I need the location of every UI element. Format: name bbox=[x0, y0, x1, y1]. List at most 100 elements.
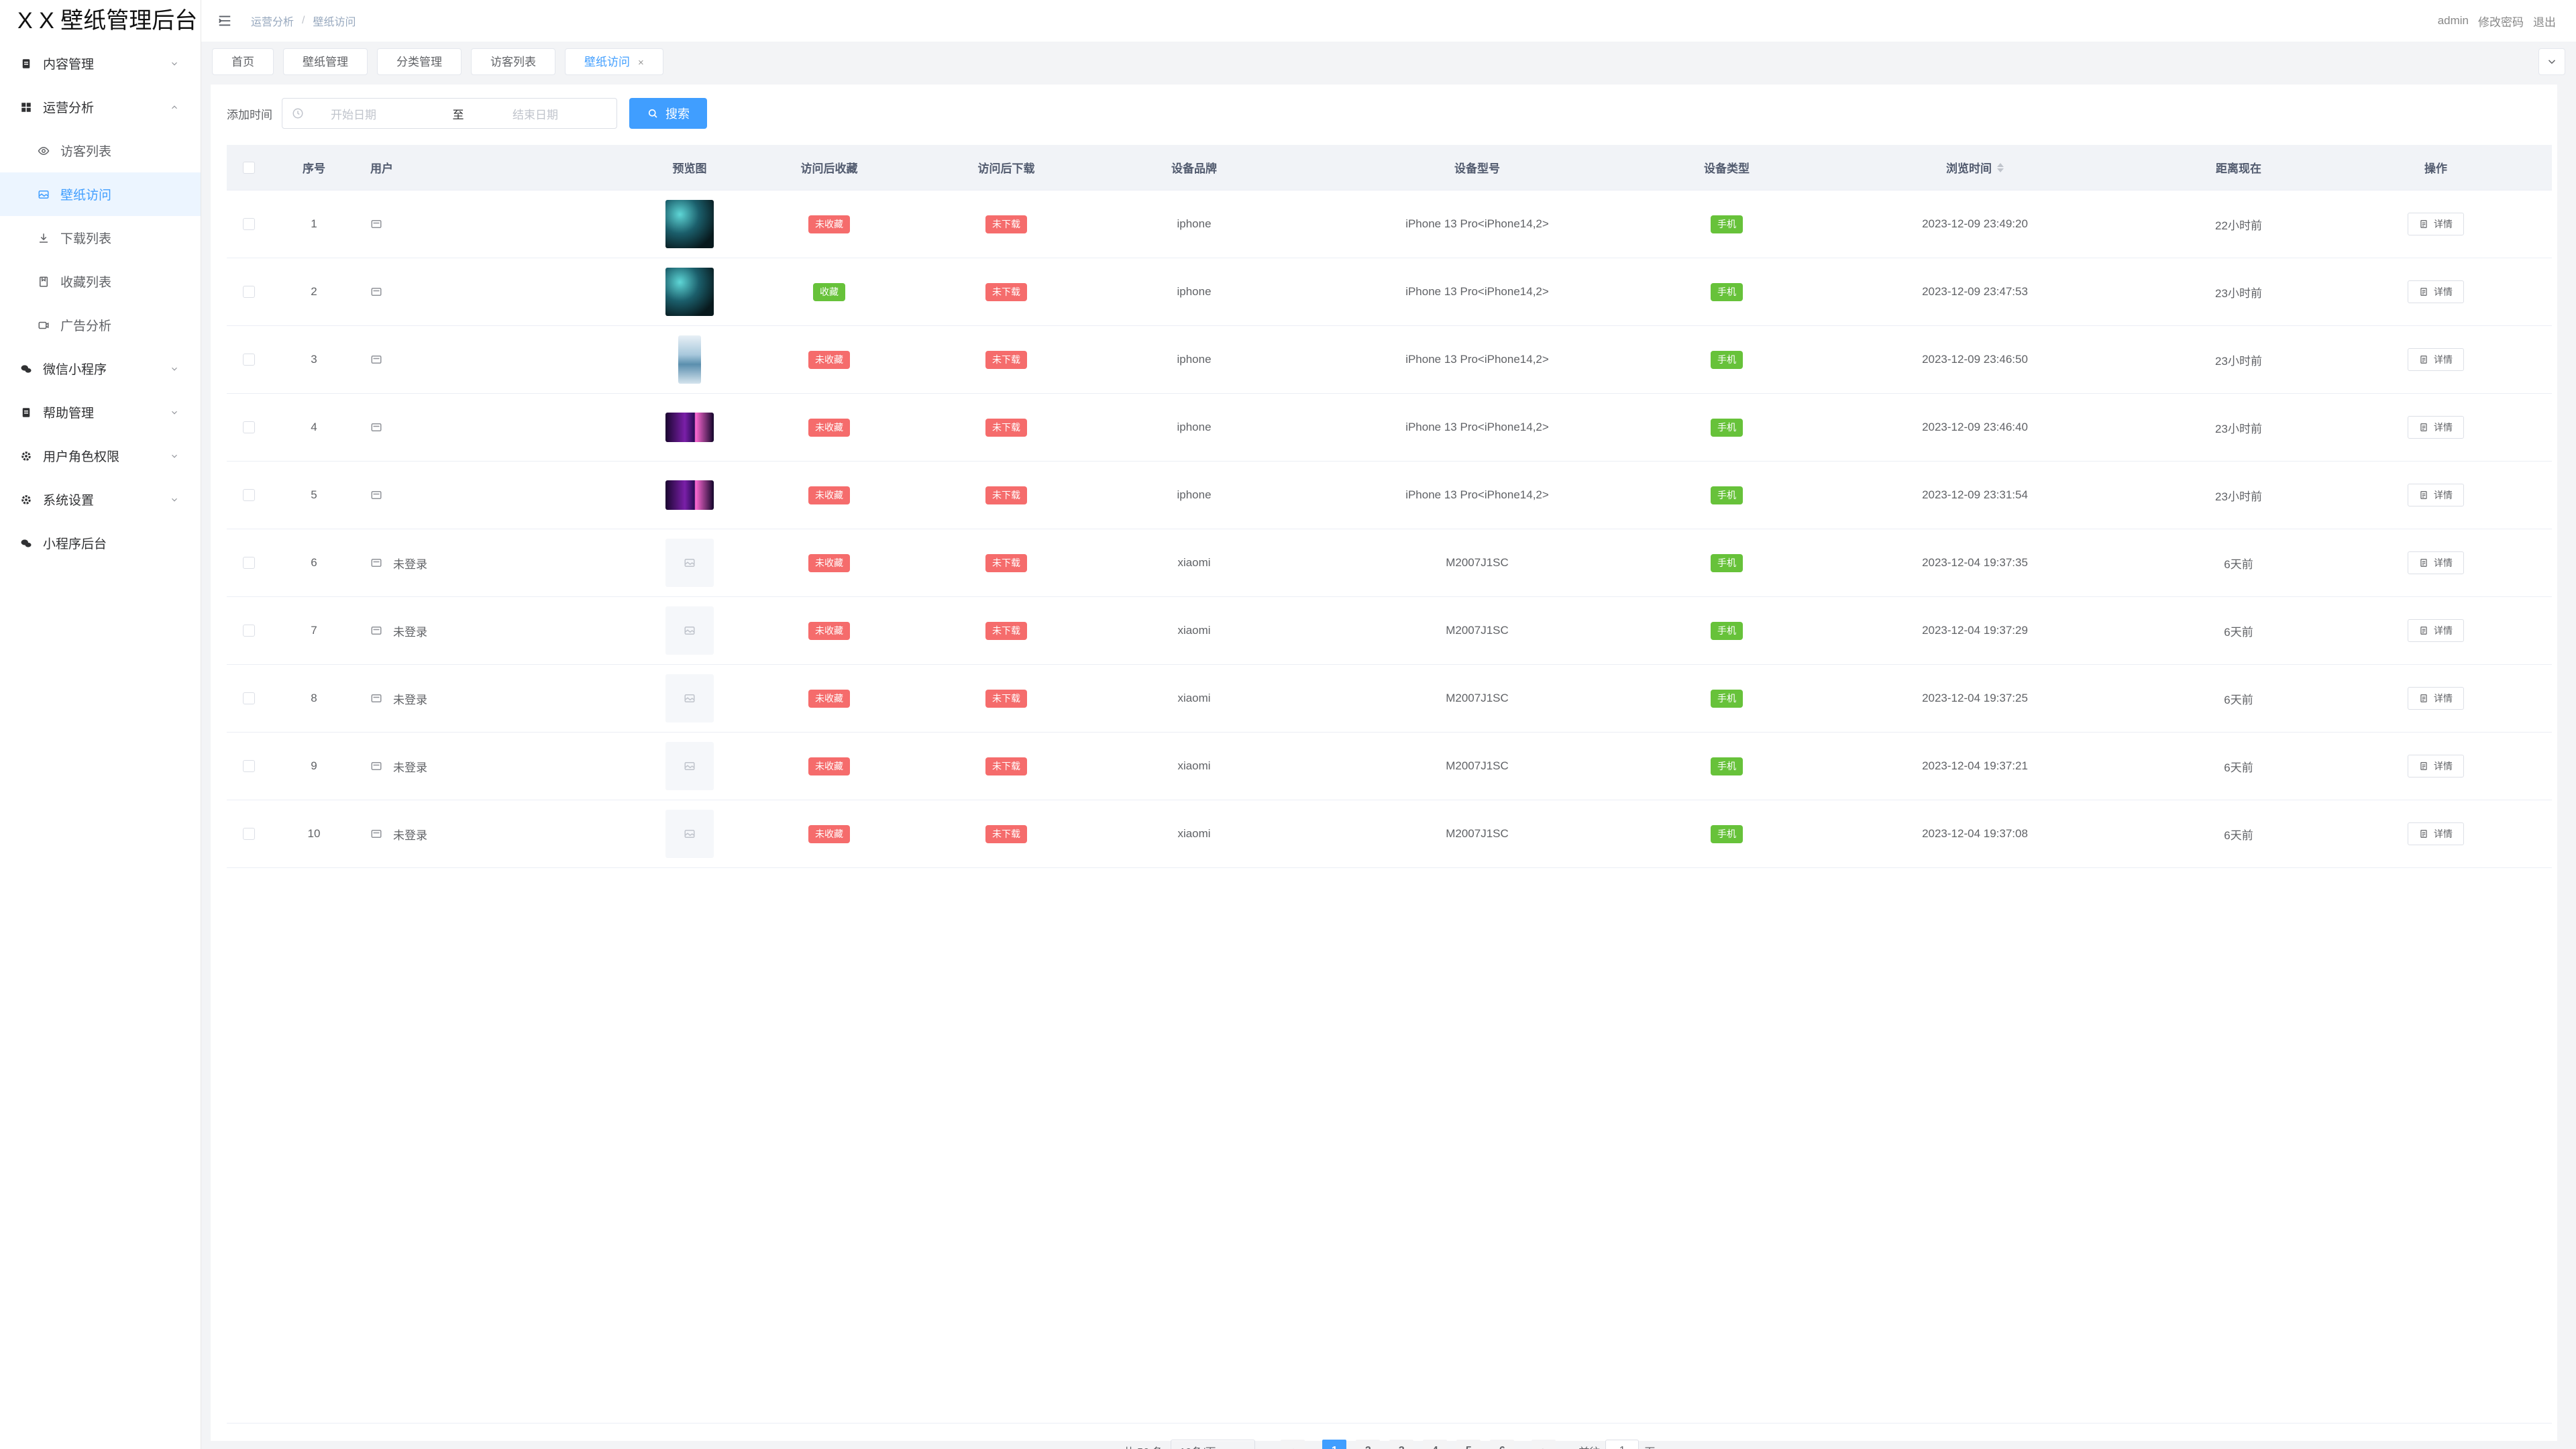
cell-model: M2007J1SC bbox=[1446, 759, 1509, 772]
preview-thumbnail[interactable] bbox=[665, 742, 714, 790]
col-header-type: 设备类型 bbox=[1704, 162, 1750, 175]
preview-thumbnail[interactable] bbox=[678, 335, 701, 384]
change-password-link[interactable]: 修改密码 bbox=[2478, 13, 2524, 30]
tab[interactable]: 分类管理 bbox=[377, 48, 462, 75]
username[interactable]: admin bbox=[2438, 14, 2469, 28]
next-page-button[interactable] bbox=[1532, 1440, 1556, 1449]
detail-button[interactable]: 详情 bbox=[2408, 280, 2464, 303]
cell-ago: 22小时前 bbox=[2215, 219, 2262, 232]
end-date-input[interactable]: 结束日期 bbox=[485, 105, 586, 122]
preview-thumbnail[interactable] bbox=[665, 606, 714, 655]
row-checkbox[interactable] bbox=[243, 625, 255, 637]
sidebar-item[interactable]: 访客列表 bbox=[0, 129, 201, 172]
detail-button[interactable]: 详情 bbox=[2408, 416, 2464, 439]
cell-op: 详情 bbox=[2320, 597, 2552, 664]
row-checkbox[interactable] bbox=[243, 286, 255, 298]
cell-time: 2023-12-09 23:31:54 bbox=[1922, 488, 2028, 501]
preview-thumbnail[interactable] bbox=[665, 674, 714, 722]
cell-index: 9 bbox=[311, 759, 317, 772]
detail-button[interactable]: 详情 bbox=[2408, 755, 2464, 777]
col-header-download: 访问后下载 bbox=[977, 162, 1035, 175]
search-button[interactable]: 搜索 bbox=[629, 98, 707, 129]
sidebar-item[interactable]: 壁纸访问 bbox=[0, 172, 201, 216]
chevron-up-icon bbox=[170, 101, 179, 111]
detail-button[interactable]: 详情 bbox=[2408, 213, 2464, 235]
breadcrumb-item[interactable]: 运营分析 bbox=[251, 13, 294, 29]
tab[interactable]: 访客列表 bbox=[471, 48, 555, 75]
row-select-cell bbox=[227, 191, 271, 258]
table-row: 4 未收藏 未下载 iphone iPhone 13 Pro<iPhone14,2> 手机… bbox=[227, 394, 2552, 462]
page-number-button[interactable]: 1 bbox=[1322, 1440, 1347, 1449]
date-range-picker[interactable]: 开始日期 至 结束日期 bbox=[282, 98, 617, 129]
row-checkbox[interactable] bbox=[243, 828, 255, 840]
page-number-button[interactable]: 4 bbox=[1423, 1440, 1448, 1449]
row-checkbox[interactable] bbox=[243, 760, 255, 772]
detail-button[interactable]: 详情 bbox=[2408, 822, 2464, 845]
goto-page-input[interactable] bbox=[1605, 1440, 1640, 1449]
sidebar-item[interactable]: 帮助管理 bbox=[0, 390, 201, 434]
sidebar-item[interactable]: 用户角色权限 bbox=[0, 434, 201, 478]
goto-label: 前往 bbox=[1578, 1443, 1600, 1449]
col-header-time[interactable]: 浏览时间 bbox=[1792, 145, 2157, 190]
tab[interactable]: 壁纸访问 × bbox=[565, 48, 663, 75]
sidebar-item[interactable]: 运营分析 bbox=[0, 85, 201, 129]
detail-button[interactable]: 详情 bbox=[2408, 687, 2464, 710]
preview-thumbnail[interactable] bbox=[665, 413, 714, 442]
tab-label: 分类管理 bbox=[396, 56, 442, 68]
preview-thumbnail[interactable] bbox=[665, 480, 714, 510]
preview-thumbnail[interactable] bbox=[665, 200, 714, 248]
row-checkbox[interactable] bbox=[243, 218, 255, 230]
page-number-button[interactable]: 6 bbox=[1490, 1440, 1515, 1449]
sidebar-item[interactable]: 小程序后台 bbox=[0, 521, 201, 565]
logout-link[interactable]: 退出 bbox=[2533, 13, 2556, 30]
page-number-button[interactable]: 5 bbox=[1456, 1440, 1481, 1449]
tab[interactable]: 壁纸管理 bbox=[283, 48, 368, 75]
page-number-button[interactable]: 2 bbox=[1356, 1440, 1381, 1449]
cell-download: 未下载 bbox=[918, 326, 1095, 393]
cell-type: 手机 bbox=[1661, 191, 1792, 258]
cell-model: iPhone 13 Pro<iPhone14,2> bbox=[1405, 421, 1549, 433]
eye-icon bbox=[38, 145, 50, 157]
tab[interactable]: 首页 bbox=[212, 48, 274, 75]
sort-icon[interactable] bbox=[1997, 162, 2004, 172]
detail-button[interactable]: 详情 bbox=[2408, 619, 2464, 642]
page-size-select[interactable]: 10条/页 bbox=[1171, 1440, 1256, 1449]
row-checkbox[interactable] bbox=[243, 354, 255, 366]
close-icon[interactable]: × bbox=[638, 57, 644, 68]
cell-user bbox=[357, 191, 639, 258]
cell-op: 详情 bbox=[2320, 258, 2552, 325]
gear-icon bbox=[20, 450, 32, 462]
row-checkbox[interactable] bbox=[243, 557, 255, 569]
clock-icon bbox=[292, 107, 304, 119]
preview-thumbnail[interactable] bbox=[665, 539, 714, 587]
user-name: 未登录 bbox=[393, 693, 427, 706]
prev-page-button[interactable] bbox=[1281, 1440, 1305, 1449]
document-icon bbox=[2419, 219, 2428, 229]
row-select-cell bbox=[227, 800, 271, 867]
download-status-badge: 未下载 bbox=[985, 553, 1027, 572]
cell-index: 1 bbox=[311, 217, 317, 230]
cell-brand: xiaomi bbox=[1177, 624, 1211, 637]
row-checkbox[interactable] bbox=[243, 692, 255, 704]
chevron-down-icon bbox=[170, 494, 179, 503]
page-number-button[interactable]: 3 bbox=[1389, 1440, 1414, 1449]
sidebar-item[interactable]: 系统设置 bbox=[0, 478, 201, 521]
select-all-checkbox[interactable] bbox=[243, 161, 255, 174]
hamburger-icon[interactable] bbox=[217, 13, 232, 28]
sidebar-item[interactable]: 内容管理 bbox=[0, 42, 201, 85]
sidebar-item[interactable]: 下载列表 bbox=[0, 216, 201, 260]
sidebar-item[interactable]: 微信小程序 bbox=[0, 347, 201, 390]
preview-thumbnail[interactable] bbox=[665, 268, 714, 316]
row-checkbox[interactable] bbox=[243, 421, 255, 433]
preview-thumbnail[interactable] bbox=[665, 810, 714, 858]
cell-preview bbox=[639, 462, 741, 529]
start-date-input[interactable]: 开始日期 bbox=[331, 105, 431, 122]
sidebar-item[interactable]: 收藏列表 bbox=[0, 260, 201, 303]
sidebar-item[interactable]: 广告分析 bbox=[0, 303, 201, 347]
tabs-dropdown-button[interactable] bbox=[2538, 48, 2565, 75]
detail-button[interactable]: 详情 bbox=[2408, 348, 2464, 371]
row-checkbox[interactable] bbox=[243, 489, 255, 501]
detail-button[interactable]: 详情 bbox=[2408, 484, 2464, 506]
cell-download: 未下载 bbox=[918, 733, 1095, 800]
detail-button[interactable]: 详情 bbox=[2408, 551, 2464, 574]
